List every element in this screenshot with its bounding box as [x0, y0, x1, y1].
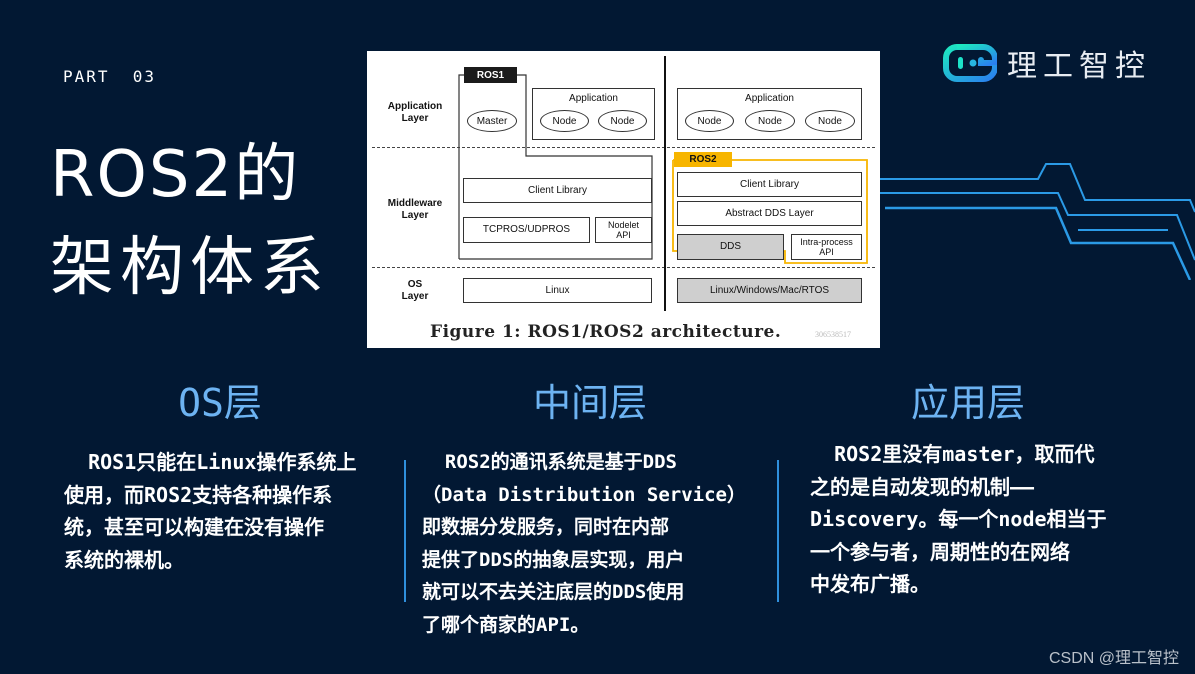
- column-body-os: ROS1只能在Linux操作系统上 使用，而ROS2支持各种操作系 统，甚至可以…: [64, 446, 356, 576]
- circuit-line: [880, 163, 1195, 213]
- ros2-application-title: Application: [745, 93, 794, 104]
- text-line: 之的是自动发现的机制——: [810, 474, 1035, 499]
- text-line: 一个参与者，周期性的在网络: [810, 539, 1070, 564]
- ros1-node: Node: [598, 110, 647, 132]
- text-line: 就可以不去关注底层的DDS使用: [422, 581, 685, 603]
- brand-name: 理工智控: [1007, 49, 1151, 84]
- column-heading-middleware: 中间层: [532, 381, 647, 425]
- column-heading-os: OS层: [178, 381, 262, 425]
- text-line: 提供了DDS的抽象层实现，用户: [422, 548, 685, 571]
- figure-watermark: 306538517: [815, 330, 851, 339]
- ros2-node: Node: [745, 110, 795, 132]
- column-divider: [404, 460, 406, 602]
- text-line: （Data Distribution Service）: [422, 483, 746, 506]
- page-title-line1: ROS2的: [50, 138, 301, 212]
- circuit-line: [885, 206, 1192, 280]
- ros2-os: Linux/Windows/Mac/RTOS: [677, 278, 862, 303]
- ros1-nodelet-api: Nodelet API: [595, 217, 652, 243]
- text-line: ROS2里没有master，取而代: [810, 442, 1095, 466]
- circuit-lines-decoration: [880, 163, 1195, 280]
- ros1-application-title: Application: [569, 93, 618, 104]
- figure-caption: Figure 1: ROS1/ROS2 architecture.: [430, 322, 782, 342]
- page-title-line2: 架构体系: [50, 231, 330, 305]
- ros2-intra-process-api: Intra-process API: [791, 234, 862, 260]
- column-body-application: ROS2里没有master，取而代 之的是自动发现的机制—— Discovery…: [810, 438, 1107, 601]
- ros1-client-library: Client Library: [463, 178, 652, 203]
- ros2-abstract-dds-layer: Abstract DDS Layer: [677, 201, 862, 226]
- text-line: Discovery。每一个node相当于: [810, 507, 1107, 531]
- csdn-watermark: CSDN @理工智控: [1048, 650, 1179, 667]
- text-line: 统，甚至可以构建在没有操作: [64, 515, 324, 539]
- brand-logo: 理工智控: [943, 41, 1151, 85]
- column-body-middleware: ROS2的通讯系统是基于DDS （Data Distribution Servi…: [422, 446, 746, 641]
- og-logo-icon: [943, 44, 997, 82]
- text-line: ROS2的通讯系统是基于DDS: [422, 451, 677, 473]
- text-line: 系统的裸机。: [64, 547, 184, 572]
- ros1-node: Node: [540, 110, 589, 132]
- ros1-transport: TCPROS/UDPROS: [463, 217, 590, 243]
- text-line: 中发布广播。: [810, 572, 930, 596]
- ros1-tag: ROS1: [464, 67, 517, 83]
- ros2-dds: DDS: [677, 234, 784, 260]
- ros1-master-node: Master: [467, 110, 517, 132]
- text-line: 了哪个商家的API。: [422, 613, 590, 636]
- column-heading-application: 应用层: [910, 381, 1025, 425]
- architecture-figure: Application Layer Middleware Layer OS La…: [367, 51, 880, 348]
- ros1-os-linux: Linux: [463, 278, 652, 303]
- ros2-tag: ROS2: [674, 152, 732, 167]
- circuit-line: [880, 192, 1195, 261]
- ros2-node: Node: [805, 110, 855, 132]
- text-line: 即数据分发服务，同时在内部: [422, 516, 670, 538]
- text-line: ROS1只能在Linux操作系统上: [64, 450, 357, 474]
- part-label: PART 03: [63, 67, 157, 86]
- column-divider: [777, 460, 779, 602]
- ros2-node: Node: [685, 110, 734, 132]
- ros2-client-library: Client Library: [677, 172, 862, 197]
- text-line: 使用，而ROS2支持各种操作系: [64, 482, 333, 507]
